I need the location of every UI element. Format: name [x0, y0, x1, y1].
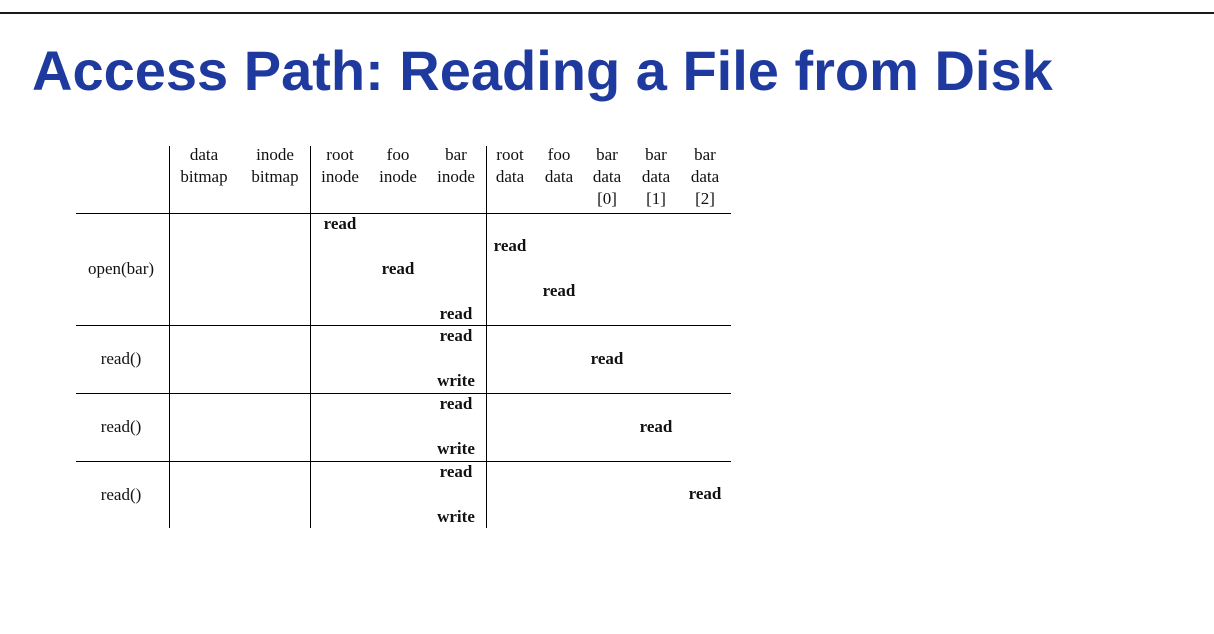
column-header-line: inode — [321, 167, 359, 186]
column-header: inode bitmap — [245, 144, 305, 188]
operation-cell: read — [381, 258, 415, 278]
operation-cell: read — [639, 416, 673, 436]
operation-cell: read — [439, 462, 473, 481]
operation-cell: read — [590, 348, 624, 368]
row-separator — [76, 325, 731, 326]
row-separator — [76, 393, 731, 394]
column-header: bar inode — [426, 144, 486, 188]
column-divider — [310, 146, 311, 528]
column-header-line: bitmap — [180, 167, 228, 186]
column-header-line: inode — [256, 145, 294, 164]
column-divider — [169, 146, 170, 528]
operation-cell: read — [542, 281, 576, 301]
operation-cell: read — [439, 303, 473, 323]
column-header-line: bar — [694, 145, 716, 164]
column-header-line: bar — [445, 145, 467, 164]
column-header-line: data — [690, 167, 720, 186]
operation-cell: read — [493, 236, 527, 256]
column-header: foo inode — [368, 144, 428, 188]
row-separator — [76, 461, 731, 462]
row-label: read() — [100, 349, 142, 368]
column-header-line: foo — [386, 145, 410, 164]
row-label: read() — [100, 417, 142, 436]
row-label: read() — [100, 484, 142, 504]
column-header-line: data — [189, 145, 219, 164]
operation-cell: read — [439, 326, 473, 345]
column-header-line: bitmap — [251, 167, 299, 186]
operation-cell: write — [437, 506, 475, 526]
column-header-line: [2] — [695, 189, 715, 208]
column-header: data bitmap — [174, 144, 234, 188]
operation-cell: write — [437, 439, 475, 459]
operation-cell: read — [688, 484, 722, 504]
operation-cell: read — [439, 394, 473, 413]
access-path-table: data bitmap inode bitmap root inode foo inode ba… — [0, 0, 1214, 634]
column-header: bar data [2] — [675, 144, 735, 210]
operation-cell: read — [323, 214, 357, 233]
column-header-line: root — [326, 145, 354, 164]
row-label: open(bar) — [87, 259, 155, 278]
column-header: root inode — [310, 144, 370, 188]
operation-cell: write — [437, 371, 475, 391]
column-header-line: inode — [379, 167, 417, 186]
header-separator — [76, 213, 731, 214]
column-header-line: inode — [437, 167, 475, 186]
